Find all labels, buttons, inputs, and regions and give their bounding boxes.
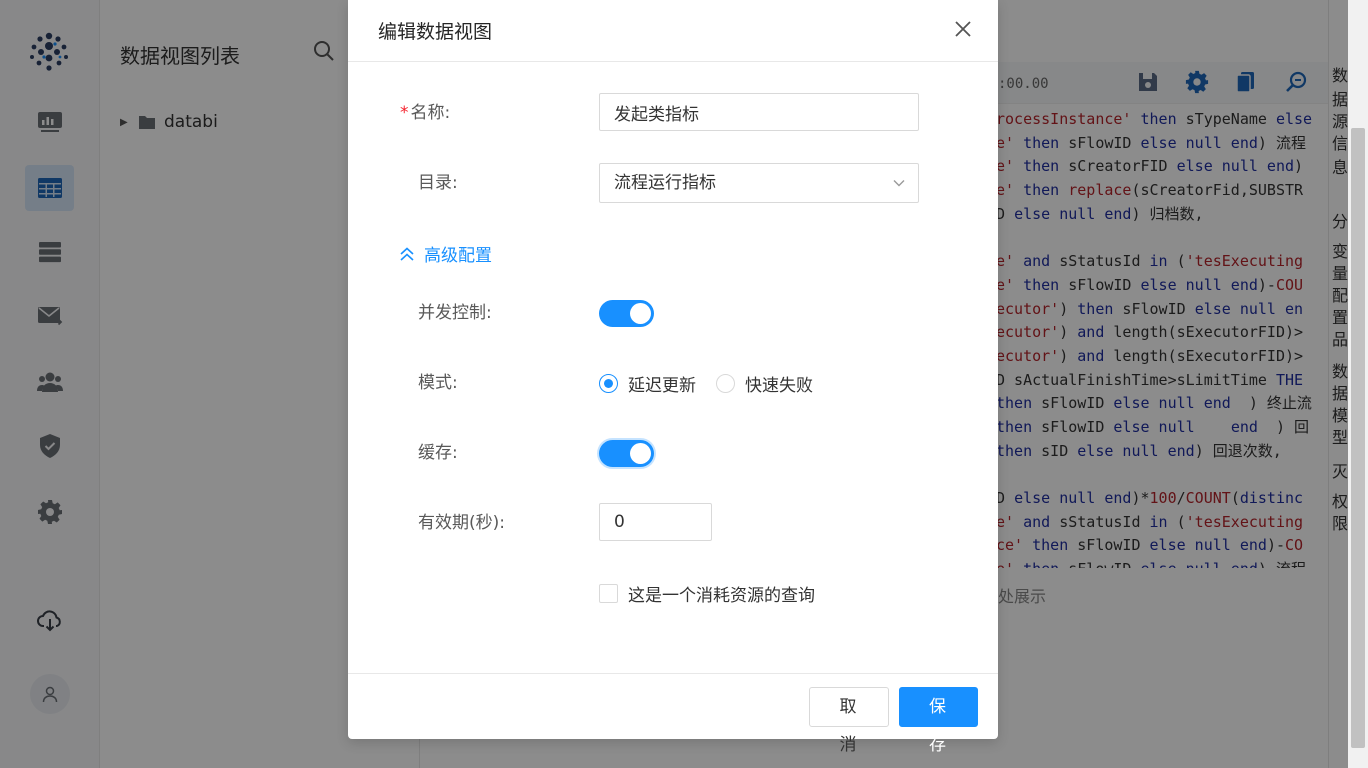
mode-option-delay[interactable]: 延迟更新 bbox=[599, 371, 696, 396]
concurrency-label: 并发控制: bbox=[418, 303, 492, 323]
cancel-button[interactable]: 取 消 bbox=[809, 687, 889, 755]
radio-checked[interactable] bbox=[599, 374, 618, 393]
directory-value: 流程运行指标 bbox=[614, 173, 716, 193]
ttl-label: 有效期(秒): bbox=[418, 513, 505, 533]
close-icon[interactable] bbox=[952, 18, 974, 40]
mode-option-fast-fail[interactable]: 快速失败 bbox=[716, 371, 813, 396]
concurrency-switch[interactable] bbox=[599, 300, 654, 327]
cache-label: 缓存: bbox=[418, 443, 458, 463]
scrollbar-thumb[interactable] bbox=[1351, 128, 1365, 748]
directory-select[interactable]: 流程运行指标 bbox=[599, 163, 919, 203]
page-scrollbar[interactable] bbox=[1348, 0, 1368, 768]
radio-unchecked[interactable] bbox=[716, 374, 735, 393]
mode-label: 模式: bbox=[418, 373, 458, 393]
cache-switch[interactable] bbox=[599, 440, 654, 467]
save-button[interactable]: 保 存 bbox=[899, 687, 978, 755]
dialog-title: 编辑数据视图 bbox=[378, 21, 493, 43]
dialog-header: 编辑数据视图 bbox=[348, 0, 998, 62]
checkbox-box[interactable] bbox=[599, 584, 618, 603]
chevron-down-icon bbox=[893, 180, 905, 187]
ttl-input[interactable] bbox=[599, 503, 712, 541]
mode-radio-group: 延迟更新 快速失败 bbox=[599, 371, 813, 396]
required-mark: * bbox=[400, 103, 409, 123]
switch-knob bbox=[630, 303, 651, 324]
expensive-query-checkbox[interactable]: 这是一个消耗资源的查询 bbox=[599, 581, 815, 606]
advanced-config-label: 高级配置 bbox=[424, 246, 492, 266]
expensive-query-label: 这是一个消耗资源的查询 bbox=[628, 586, 815, 606]
dialog-footer: 取 消 保 存 bbox=[348, 673, 998, 755]
directory-label: 目录: bbox=[418, 173, 458, 193]
edit-data-view-dialog: 编辑数据视图 *名称: 目录: 流程运行指标 高级配置 并发控制: 模式: 延迟… bbox=[348, 0, 998, 755]
advanced-config-toggle[interactable]: 高级配置 bbox=[398, 241, 492, 266]
chevron-double-up-icon bbox=[400, 246, 414, 261]
name-label: * 名称: bbox=[400, 103, 451, 123]
name-input[interactable] bbox=[599, 93, 919, 131]
switch-knob bbox=[630, 443, 651, 464]
